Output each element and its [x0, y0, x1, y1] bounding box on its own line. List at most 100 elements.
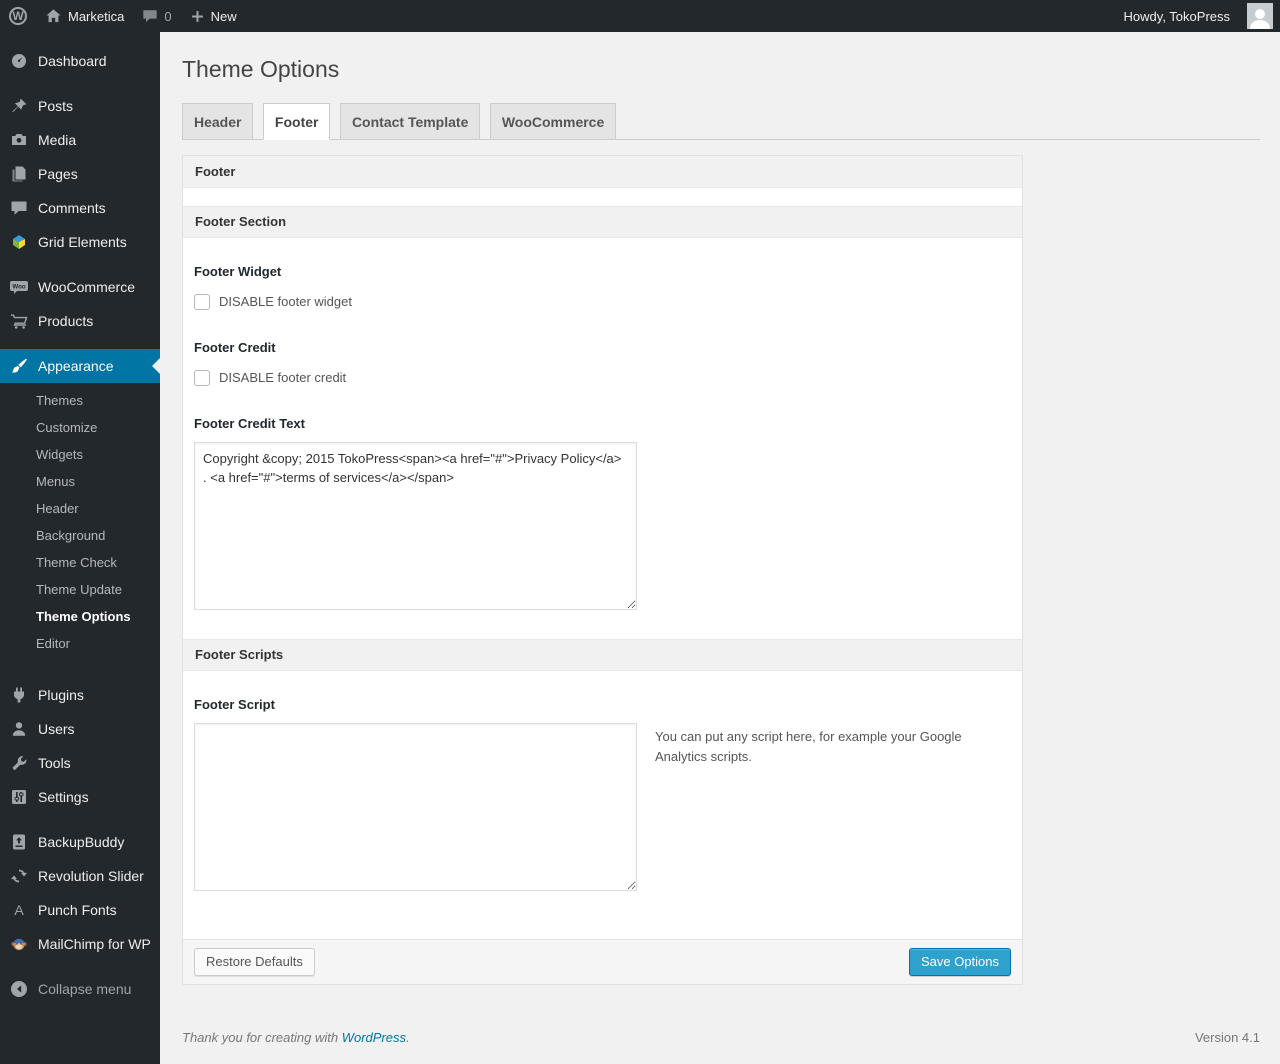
tab-footer[interactable]: Footer	[262, 102, 331, 140]
footer-script-input[interactable]	[194, 722, 637, 891]
admin-bar: W Marketica 0 New Howdy, TokoPress	[0, 0, 1280, 32]
sidebar-item-punch-fonts[interactable]: A Punch Fonts	[0, 893, 160, 927]
paintbrush-icon	[9, 356, 29, 376]
submenu-item-customize[interactable]: Customize	[0, 414, 160, 441]
footer-script-label: Footer Script	[194, 696, 275, 712]
tab-woocommerce[interactable]: WooCommerce	[489, 102, 617, 140]
tab-header[interactable]: Header	[182, 102, 254, 140]
sidebar-item-products[interactable]: Products	[0, 304, 160, 338]
my-account-menu[interactable]: Howdy, TokoPress	[1115, 0, 1239, 32]
sidebar-item-plugins[interactable]: Plugins	[0, 678, 160, 712]
panel-action-bar: Restore Defaults Save Options	[183, 938, 1022, 984]
comment-bubble-icon	[142, 8, 158, 24]
footer-options-panel: Footer Footer Section Footer Widget DISA…	[182, 154, 1023, 985]
letter-a-icon: A	[14, 902, 24, 918]
disable-footer-widget-checkbox[interactable]	[194, 293, 210, 310]
sidebar-item-grid-elements[interactable]: Grid Elements	[0, 225, 160, 259]
woocommerce-icon: Woo	[9, 277, 29, 297]
sidebar-item-mailchimp[interactable]: MailChimp for WP	[0, 927, 160, 961]
wordpress-logo-icon: W	[9, 7, 27, 25]
submenu-item-widgets[interactable]: Widgets	[0, 441, 160, 468]
footer-widget-label: Footer Widget	[194, 263, 282, 279]
dashboard-gauge-icon	[9, 51, 29, 71]
submenu-item-theme-options[interactable]: Theme Options	[0, 603, 160, 630]
submenu-item-theme-update[interactable]: Theme Update	[0, 576, 160, 603]
sidebar-item-media[interactable]: Media	[0, 123, 160, 157]
save-options-button[interactable]: Save Options	[908, 947, 1011, 976]
comments-menu[interactable]: 0	[133, 0, 180, 32]
footer-credit-text-label: Footer Credit Text	[194, 415, 305, 431]
sidebar-item-tools[interactable]: Tools	[0, 746, 160, 780]
footer-thanks-text: Thank you for creating with WordPress.	[182, 1029, 410, 1045]
comment-bubble-icon	[9, 198, 29, 218]
wordpress-logo-menu[interactable]: W	[0, 0, 36, 32]
collapse-arrow-icon	[9, 979, 29, 999]
menu-separator	[0, 814, 160, 825]
submenu-item-themes[interactable]: Themes	[0, 387, 160, 414]
footer-scripts-header: Footer Scripts	[183, 638, 1022, 671]
wrench-icon	[9, 753, 29, 773]
pages-icon	[9, 164, 29, 184]
page-title: Theme Options	[182, 56, 340, 82]
submenu-item-background[interactable]: Background	[0, 522, 160, 549]
footer-section-body: Footer Widget DISABLE footer widget Foot…	[183, 238, 1022, 639]
footer-scripts-body: Footer Script You can put any script her…	[183, 671, 1022, 939]
user-icon	[9, 719, 29, 739]
backup-icon	[9, 832, 29, 852]
refresh-arrows-icon	[9, 866, 29, 886]
footer-box-body	[183, 187, 1022, 206]
menu-separator	[0, 338, 160, 349]
admin-sidebar: Dashboard Posts Media Pages Comments Gri…	[0, 32, 160, 1064]
avatar[interactable]	[1247, 3, 1273, 29]
camera-icon	[9, 130, 29, 150]
submenu-item-menus[interactable]: Menus	[0, 468, 160, 495]
menu-separator	[0, 961, 160, 972]
footer-credit-text-input[interactable]: Copyright &copy; 2015 TokoPress<span><a …	[194, 441, 637, 610]
footer-script-help-text: You can put any script here, for example…	[655, 728, 962, 765]
new-label: New	[210, 8, 237, 24]
plug-icon	[9, 685, 29, 705]
footer-credit-label: Footer Credit	[194, 339, 276, 355]
cart-icon	[9, 311, 29, 331]
sidebar-item-revolution-slider[interactable]: Revolution Slider	[0, 859, 160, 893]
sidebar-item-comments[interactable]: Comments	[0, 191, 160, 225]
disable-footer-credit-label[interactable]: DISABLE footer credit	[219, 370, 346, 385]
howdy-label: Howdy, TokoPress	[1123, 8, 1230, 24]
pushpin-icon	[9, 96, 29, 116]
grid-elements-icon	[9, 232, 29, 252]
admin-footer: Thank you for creating with WordPress. V…	[182, 1030, 1260, 1045]
sidebar-item-users[interactable]: Users	[0, 712, 160, 746]
main-content: Theme Options Header Footer Contact Temp…	[160, 32, 1280, 1064]
wordpress-link[interactable]: WordPress	[342, 1030, 406, 1045]
submenu-item-header[interactable]: Header	[0, 495, 160, 522]
comments-count: 0	[164, 8, 172, 24]
tab-contact-template[interactable]: Contact Template	[339, 102, 481, 140]
footer-section-header: Footer Section	[183, 205, 1022, 238]
menu-separator	[0, 78, 160, 89]
home-icon	[45, 8, 62, 25]
mailchimp-monkey-icon	[9, 934, 29, 954]
sidebar-item-pages[interactable]: Pages	[0, 157, 160, 191]
menu-separator	[0, 667, 160, 678]
menu-separator	[0, 259, 160, 270]
sidebar-item-woocommerce[interactable]: Woo WooCommerce	[0, 270, 160, 304]
disable-footer-credit-checkbox[interactable]	[194, 369, 210, 386]
submenu-item-editor[interactable]: Editor	[0, 630, 160, 657]
sidebar-item-posts[interactable]: Posts	[0, 89, 160, 123]
sidebar-item-settings[interactable]: Settings	[0, 780, 160, 814]
restore-defaults-button[interactable]: Restore Defaults	[194, 947, 315, 976]
svg-text:Woo: Woo	[12, 284, 26, 291]
version-label: Version 4.1	[1194, 1029, 1260, 1045]
sidebar-item-appearance[interactable]: Appearance	[0, 349, 160, 383]
site-name-label: Marketica	[68, 8, 125, 24]
plus-icon	[190, 9, 205, 24]
theme-options-tabs: Header Footer Contact Template WooCommer…	[182, 94, 1260, 140]
sidebar-item-dashboard[interactable]: Dashboard	[0, 44, 160, 78]
collapse-menu-button[interactable]: Collapse menu	[0, 972, 160, 1006]
disable-footer-widget-label[interactable]: DISABLE footer widget	[219, 294, 352, 309]
submenu-item-theme-check[interactable]: Theme Check	[0, 549, 160, 576]
new-content-menu[interactable]: New	[181, 0, 246, 32]
sidebar-item-backupbuddy[interactable]: BackupBuddy	[0, 825, 160, 859]
site-name-menu[interactable]: Marketica	[36, 0, 133, 32]
settings-sliders-icon	[9, 787, 29, 807]
